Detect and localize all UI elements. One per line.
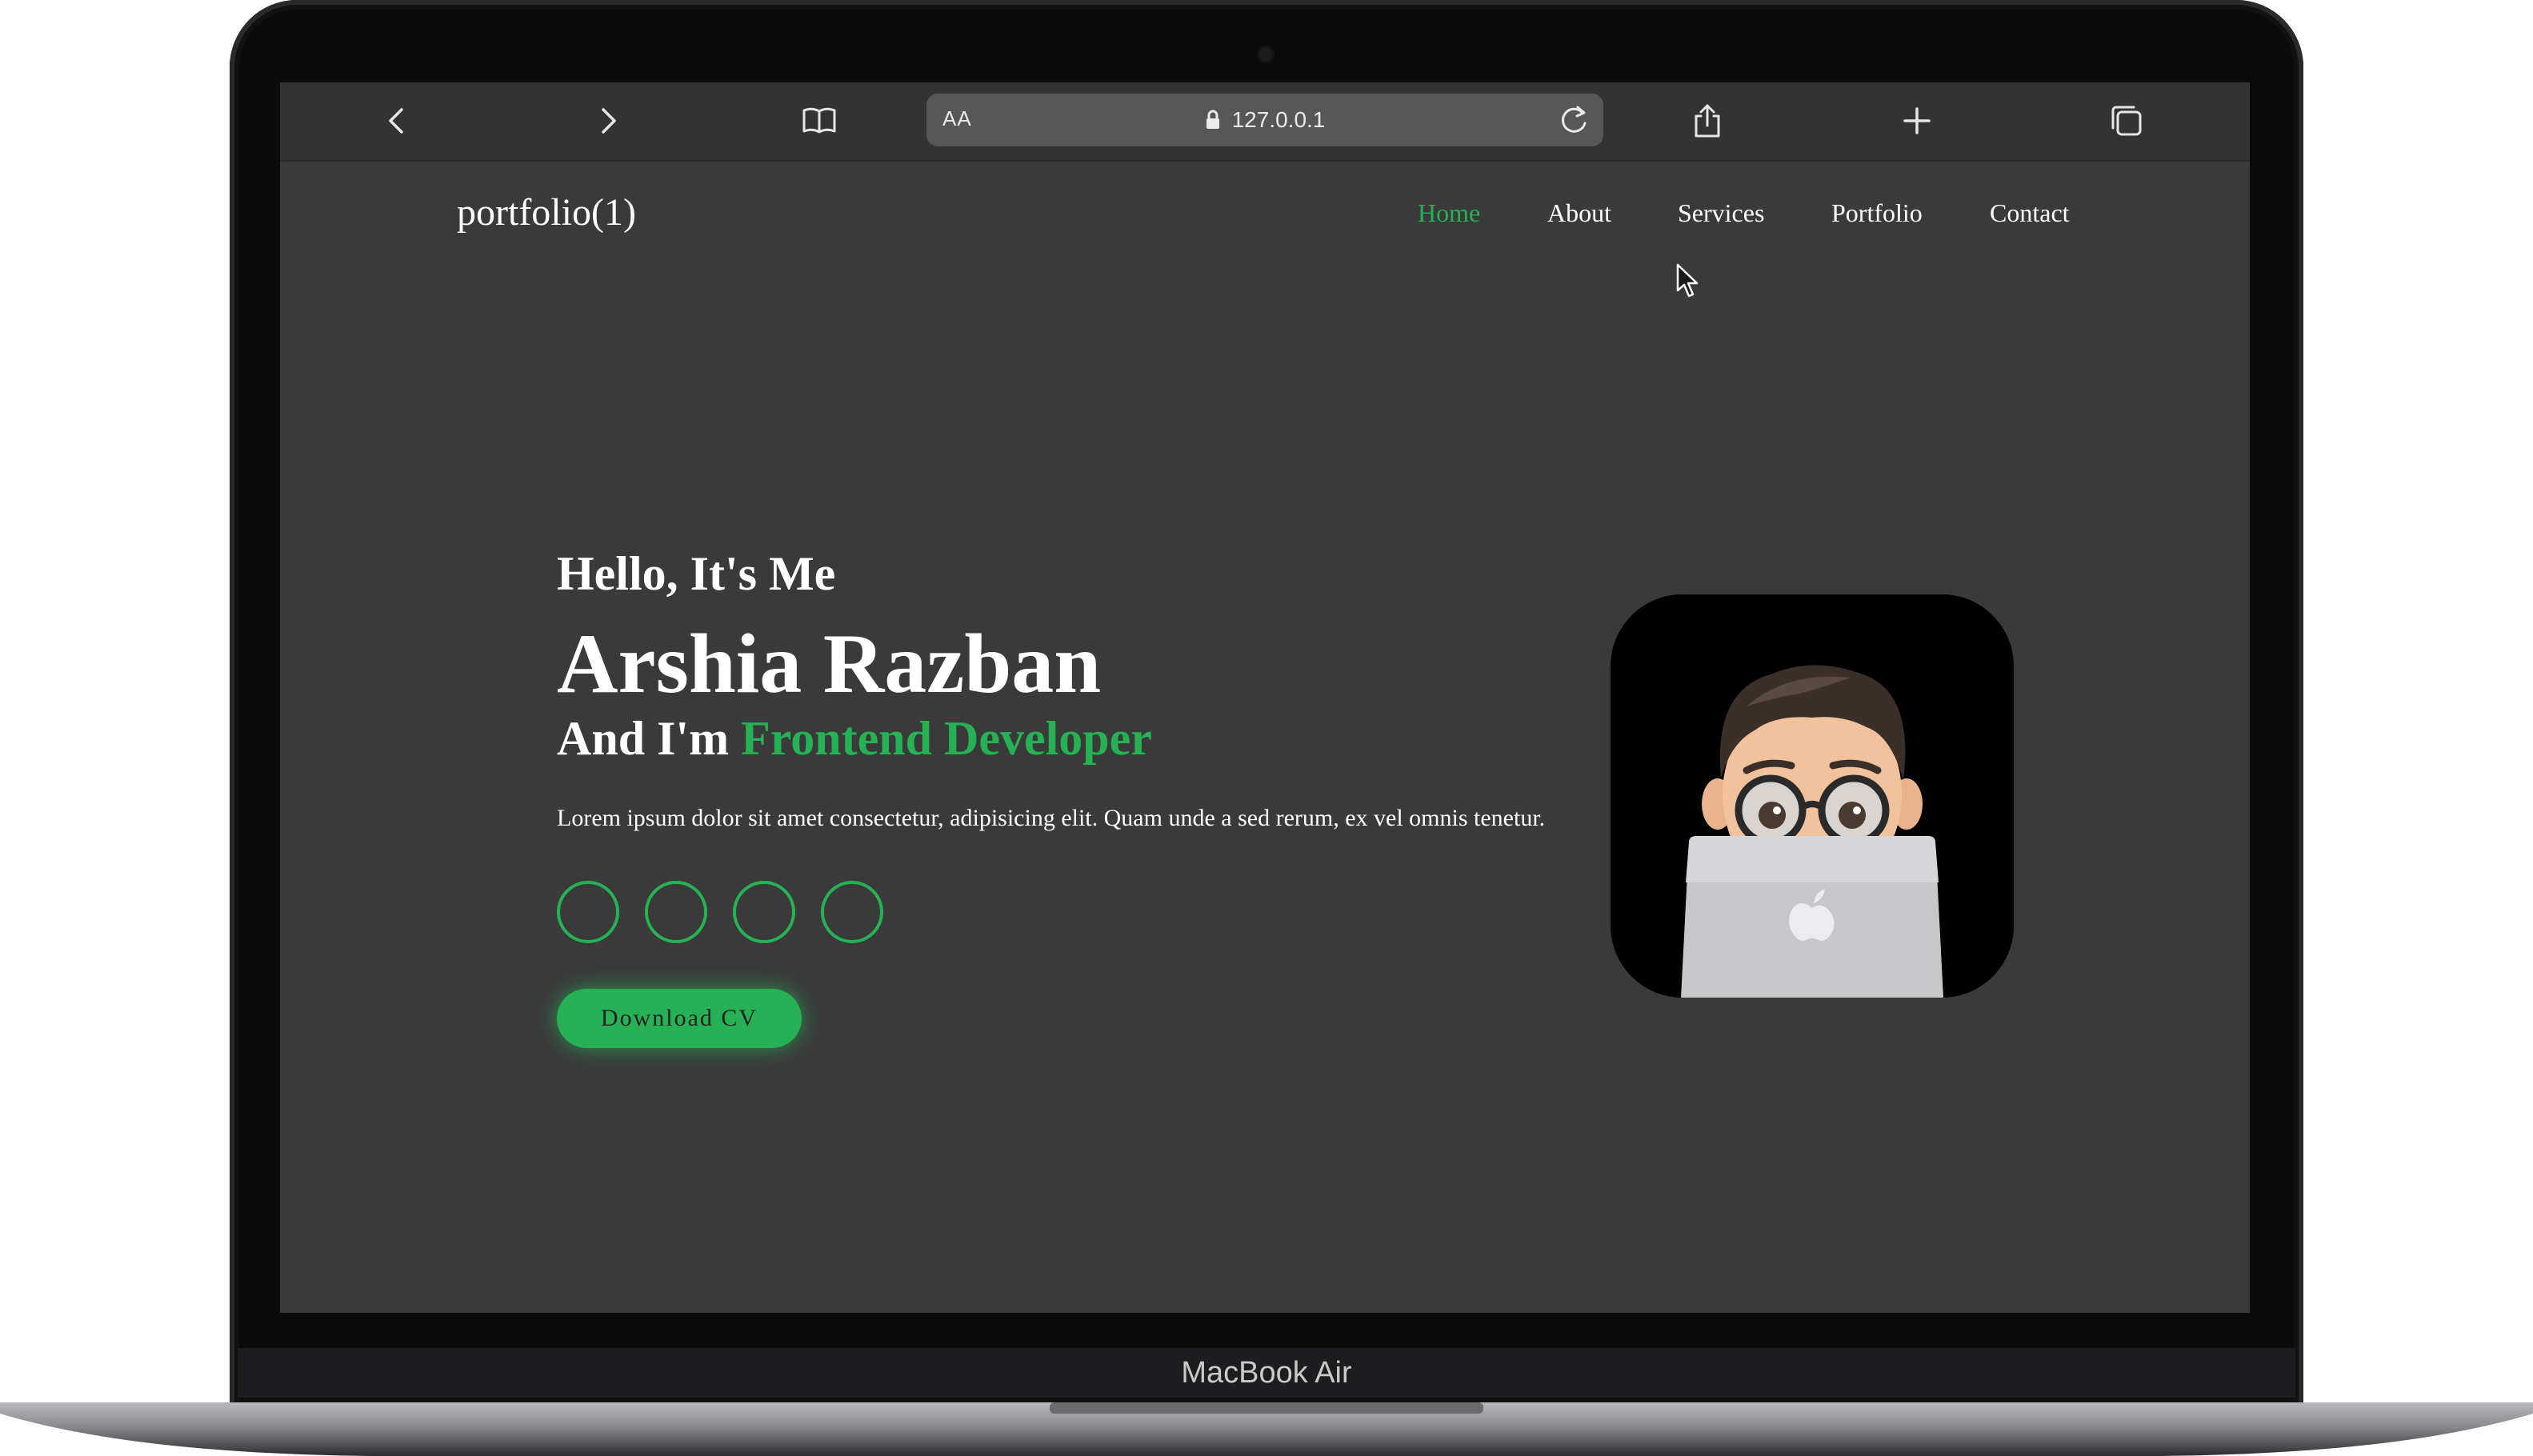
nav-portfolio[interactable]: Portfolio <box>1831 198 1923 228</box>
hero-greeting: Hello, It's Me <box>557 547 836 600</box>
url-display: 127.0.0.1 <box>926 94 1603 146</box>
avatar <box>1611 594 2014 998</box>
mouse-cursor-icon <box>1676 263 1699 298</box>
social-link-3[interactable] <box>733 881 795 943</box>
social-link-4[interactable] <box>821 881 883 943</box>
hero-name: Arshia Razban <box>557 617 1102 710</box>
device-label: MacBook Air <box>238 1348 2295 1398</box>
nav-about[interactable]: About <box>1547 198 1611 228</box>
social-link-1[interactable] <box>557 881 619 943</box>
bookmarks-icon[interactable] <box>795 97 843 145</box>
nav-services[interactable]: Services <box>1678 198 1764 228</box>
back-icon[interactable] <box>374 97 422 145</box>
download-cv-button[interactable]: Download CV <box>557 989 802 1048</box>
share-icon[interactable] <box>1683 97 1731 145</box>
laptop-base <box>0 1396 2533 1456</box>
reload-icon[interactable] <box>1555 102 1592 138</box>
new-tab-icon[interactable] <box>1893 97 1941 145</box>
camera-icon <box>1259 48 1272 61</box>
hero-role-highlight: Frontend Developer <box>741 712 1152 765</box>
main-nav: Home About Services Portfolio Contact <box>280 198 2250 246</box>
memoji-avatar-icon <box>1611 594 2014 998</box>
nav-home[interactable]: Home <box>1418 198 1480 228</box>
forward-icon[interactable] <box>583 97 631 145</box>
hero-role-prefix: And I'm <box>557 712 742 765</box>
hero-description: Lorem ipsum dolor sit amet consectetur, … <box>557 805 1546 831</box>
nav-contact[interactable]: Contact <box>1990 198 2070 228</box>
hero-role: And I'm Frontend Developer <box>557 711 1152 766</box>
url-text: 127.0.0.1 <box>1231 107 1326 132</box>
browser-toolbar: AA 127.0.0.1 <box>280 82 2250 162</box>
tabs-icon[interactable] <box>2103 97 2151 145</box>
screen: AA 127.0.0.1 portfolio(1) Home About Ser… <box>280 82 2250 1313</box>
lock-icon <box>1206 110 1219 129</box>
address-bar[interactable]: AA 127.0.0.1 <box>926 94 1603 146</box>
social-link-2[interactable] <box>645 881 707 943</box>
